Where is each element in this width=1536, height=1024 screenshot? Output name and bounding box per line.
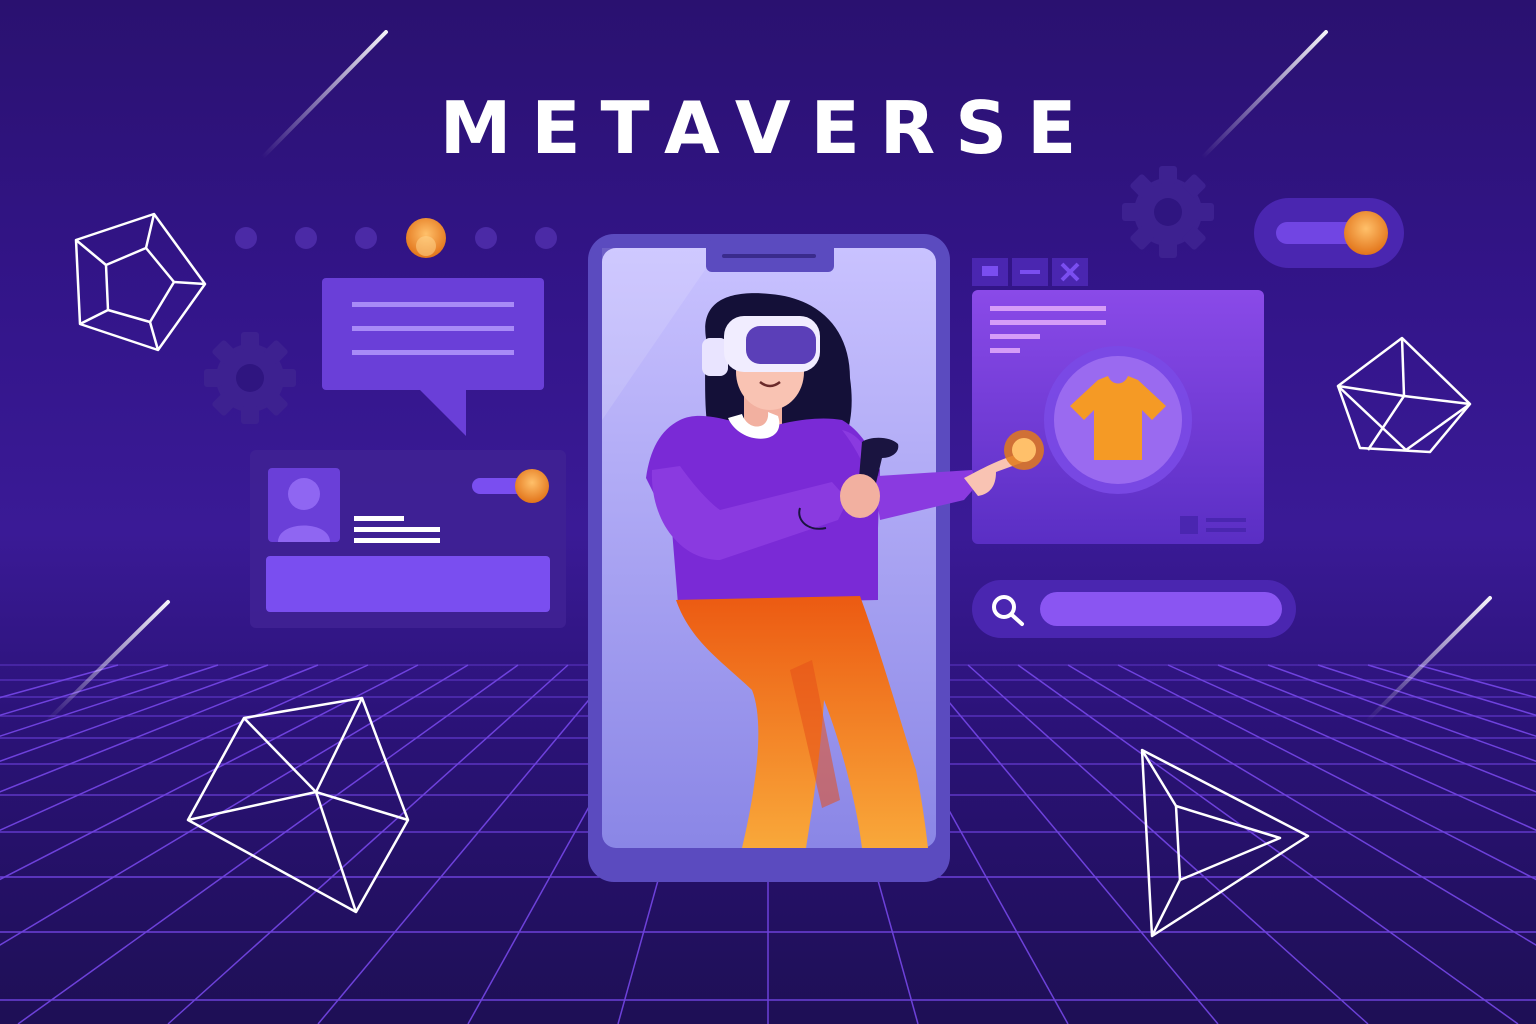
profile-card xyxy=(250,450,566,628)
carousel-dot xyxy=(535,227,557,249)
carousel-dot xyxy=(355,227,377,249)
carousel-dot xyxy=(475,227,497,249)
toggle-switch[interactable] xyxy=(1254,198,1404,268)
metaverse-scene xyxy=(0,30,1536,1024)
dodecahedron-wireframe xyxy=(74,212,207,352)
shop-window xyxy=(972,290,1264,544)
search-input xyxy=(1040,592,1282,626)
chat-bubble-icon xyxy=(322,278,544,436)
carousel-dots xyxy=(235,218,557,258)
window-controls xyxy=(972,258,1088,286)
toggle-switch-knob xyxy=(515,469,549,503)
carousel-dot xyxy=(295,227,317,249)
gem-wireframe xyxy=(186,696,410,914)
cube-wireframe xyxy=(1336,336,1472,454)
carousel-dot xyxy=(235,227,257,249)
gear-icon xyxy=(204,332,296,424)
gear-icon xyxy=(1122,166,1214,258)
search-bar[interactable] xyxy=(972,580,1296,638)
